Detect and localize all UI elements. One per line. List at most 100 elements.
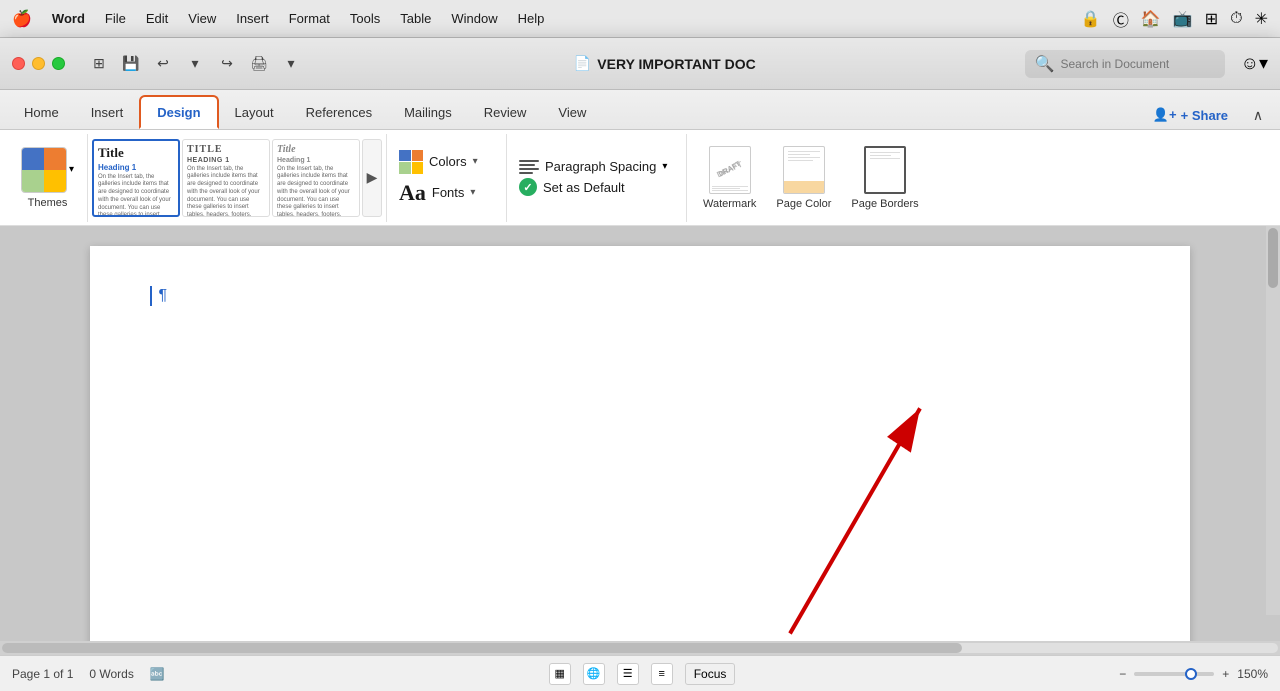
apple-menu[interactable]: 🍎 [12, 9, 32, 29]
vscrollbar-thumb[interactable] [1268, 228, 1278, 288]
maximize-button[interactable] [52, 57, 65, 70]
para-line-3 [519, 168, 539, 170]
search-bar[interactable]: 🔍 [1025, 50, 1225, 78]
draft-view-button[interactable]: ≡ [651, 663, 673, 685]
statusbar-center: ▦ 🌐 ☰ ≡ Focus [181, 663, 1103, 685]
time-machine-icon[interactable]: ⏱ [1230, 10, 1242, 28]
outline-view-button[interactable]: ☰ [617, 663, 639, 685]
clipboard-icon[interactable]: Ⓒ [1113, 7, 1129, 31]
airplay-icon[interactable]: 📺 [1173, 9, 1193, 29]
colors-fonts-section: Colors ▾ Aa Fonts ▾ [387, 134, 507, 222]
page-borders-lines [870, 152, 900, 159]
tab-layout[interactable]: Layout [219, 95, 290, 129]
vertical-scrollbar[interactable] [1266, 226, 1280, 615]
ribbon-collapse-button[interactable]: ∧ [1244, 101, 1272, 129]
doc-title-text: VERY IMPORTANT DOC [597, 56, 755, 72]
search-input[interactable] [1061, 57, 1215, 71]
set-as-default-button[interactable]: ✓ Set as Default [519, 178, 625, 196]
word-window: ⊞ 💾 ↩ ▾ ↪ 🖨 ▾ 📄 VERY IMPORTANT DOC 🔍 ☺▾ … [0, 38, 1280, 691]
web-view-button[interactable]: 🌐 [583, 663, 605, 685]
menu-table[interactable]: Table [392, 8, 439, 29]
zoom-slider-thumb[interactable] [1185, 668, 1197, 680]
text-cursor [150, 286, 152, 306]
minimize-button[interactable] [32, 57, 45, 70]
proofing-icon[interactable]: 🔤 [150, 667, 165, 681]
themes-label: Themes [28, 197, 68, 209]
save-button[interactable]: 💾 [117, 50, 145, 78]
style-text-1: On the Insert tab, the galleries include… [98, 174, 174, 217]
style-item-3[interactable]: Title Heading 1 On the Insert tab, the g… [272, 139, 360, 217]
paragraph-spacing-button[interactable]: Paragraph Spacing ▾ [519, 159, 667, 174]
tab-references[interactable]: References [290, 95, 388, 129]
page-design-section: DRAFT Watermark [687, 134, 935, 222]
menu-window[interactable]: Window [443, 8, 505, 29]
style-title-1: Title [98, 145, 174, 161]
watermark-item[interactable]: DRAFT Watermark [695, 142, 764, 214]
watermark-icon: DRAFT [709, 146, 751, 194]
more-button[interactable]: ▾ [277, 50, 305, 78]
doc-file-icon: 📄 [574, 55, 591, 72]
tab-view[interactable]: View [542, 95, 602, 129]
menu-format[interactable]: Format [281, 8, 338, 29]
tab-review[interactable]: Review [468, 95, 543, 129]
bluetooth-icon[interactable]: ✳ [1255, 9, 1268, 29]
page-color-item[interactable]: Page Color [768, 142, 839, 214]
themes-color-2 [44, 148, 66, 170]
undo-dropdown-button[interactable]: ▾ [181, 50, 209, 78]
menu-tools[interactable]: Tools [342, 8, 388, 29]
quick-access-toolbar: ⊞ 💾 ↩ ▾ ↪ 🖨 ▾ [85, 50, 305, 78]
colors-label: Colors [429, 154, 467, 169]
fonts-dropdown-arrow: ▾ [470, 187, 475, 198]
style-item-1[interactable]: Title Heading 1 On the Insert tab, the g… [92, 139, 180, 217]
menu-view[interactable]: View [180, 8, 224, 29]
close-button[interactable] [12, 57, 25, 70]
word-count-text: 0 Words [89, 667, 133, 681]
page-color-dropdown[interactable]: Page Color [776, 198, 831, 210]
home-icon[interactable]: 🏠 [1141, 9, 1161, 29]
password-icon[interactable]: 🔒 [1081, 9, 1101, 29]
layout-view-button[interactable]: ▦ [549, 663, 571, 685]
menu-file[interactable]: File [97, 8, 134, 29]
menu-edit[interactable]: Edit [138, 8, 176, 29]
document-page[interactable]: ¶ [90, 246, 1190, 641]
menu-help[interactable]: Help [510, 8, 553, 29]
colors-button[interactable]: Colors ▾ [399, 150, 478, 174]
hscrollbar-thumb[interactable] [2, 643, 962, 653]
statusbar: Page 1 of 1 0 Words 🔤 ▦ 🌐 ☰ ≡ Focus − + … [0, 655, 1280, 691]
page-color-icon [783, 146, 825, 194]
grid-icon[interactable]: ⊞ [1205, 9, 1218, 29]
document-scroll-area[interactable]: ¶ [0, 226, 1280, 641]
paragraph-spacing-icon [519, 160, 539, 174]
emoji-button[interactable]: ☺▾ [1241, 53, 1268, 74]
themes-button[interactable]: ▾ [21, 147, 74, 193]
color-swatch-2 [412, 150, 424, 162]
zoom-in-icon[interactable]: + [1222, 667, 1229, 681]
tab-insert[interactable]: Insert [75, 95, 140, 129]
tab-mailings[interactable]: Mailings [388, 95, 468, 129]
fonts-button[interactable]: Aa Fonts ▾ [399, 180, 475, 206]
themes-color-4 [44, 170, 66, 192]
gallery-next-button[interactable]: ▶ [362, 139, 382, 217]
paragraph-spacing-label: Paragraph Spacing [545, 159, 656, 174]
styles-gallery-section: Title Heading 1 On the Insert tab, the g… [88, 134, 387, 222]
horizontal-scrollbar[interactable] [0, 641, 1280, 655]
undo-button[interactable]: ↩ [149, 50, 177, 78]
print-button[interactable]: 🖨 [245, 50, 273, 78]
tab-home[interactable]: Home [8, 95, 75, 129]
page-borders-item[interactable]: Page Borders [843, 142, 926, 214]
menu-insert[interactable]: Insert [228, 8, 277, 29]
tab-design[interactable]: Design [139, 95, 218, 129]
page-borders-label: Page Borders [851, 198, 918, 210]
app-name[interactable]: Word [44, 8, 93, 29]
share-button[interactable]: 👤+ + Share [1145, 103, 1236, 127]
zoom-slider[interactable] [1134, 672, 1214, 676]
fonts-label: Fonts [432, 185, 465, 200]
colors-dropdown-arrow: ▾ [473, 156, 478, 167]
zoom-out-icon[interactable]: − [1119, 667, 1126, 681]
themes-icon [21, 147, 67, 193]
sidebar-toggle-button[interactable]: ⊞ [85, 50, 113, 78]
style-item-2[interactable]: TITLE HEADING 1 On the Insert tab, the g… [182, 139, 270, 217]
redo-button[interactable]: ↪ [213, 50, 241, 78]
paragraph-spacing-dropdown-arrow: ▾ [662, 161, 667, 172]
focus-button[interactable]: Focus [685, 663, 736, 685]
